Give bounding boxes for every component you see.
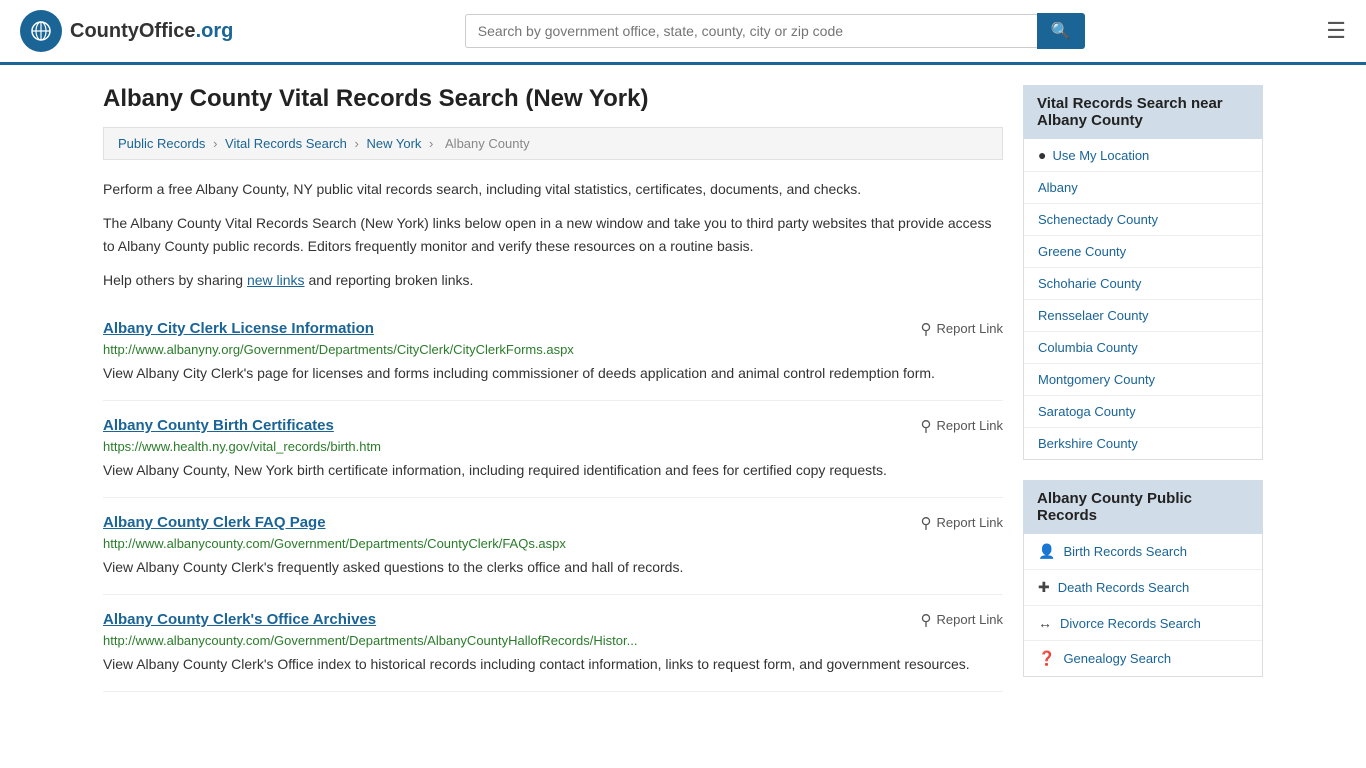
nearby-item-link[interactable]: Greene County bbox=[1038, 244, 1126, 259]
report-link[interactable]: ⚲ Report Link bbox=[921, 320, 1003, 338]
record-item: Albany County Clerk's Office Archives ⚲ … bbox=[103, 595, 1003, 692]
use-location-link[interactable]: Use My Location bbox=[1052, 148, 1149, 163]
public-records-header: Albany County Public Records bbox=[1023, 480, 1263, 534]
record-type-icon: ✚ bbox=[1038, 579, 1050, 596]
record-title[interactable]: Albany City Clerk License Information bbox=[103, 320, 374, 337]
search-button[interactable]: 🔍 bbox=[1037, 13, 1085, 49]
nearby-item-link[interactable]: Montgomery County bbox=[1038, 372, 1155, 387]
site-name: CountyOffice.org bbox=[70, 20, 233, 43]
nearby-item[interactable]: Montgomery County bbox=[1024, 364, 1262, 396]
record-url: http://www.albanycounty.com/Government/D… bbox=[103, 633, 1003, 648]
breadcrumb-new-york[interactable]: New York bbox=[367, 136, 422, 151]
nearby-item-link[interactable]: Berkshire County bbox=[1038, 436, 1138, 451]
location-icon: ● bbox=[1038, 147, 1046, 163]
record-url: http://www.albanyny.org/Government/Depar… bbox=[103, 342, 1003, 357]
record-url: http://www.albanycounty.com/Government/D… bbox=[103, 536, 1003, 551]
record-item: Albany County Birth Certificates ⚲ Repor… bbox=[103, 401, 1003, 498]
record-type-icon: 👤 bbox=[1038, 543, 1055, 560]
breadcrumb-public-records[interactable]: Public Records bbox=[118, 136, 205, 151]
search-input[interactable] bbox=[465, 14, 1037, 48]
logo-icon bbox=[20, 10, 62, 52]
record-item: Albany City Clerk License Information ⚲ … bbox=[103, 304, 1003, 401]
nearby-item-link[interactable]: Saratoga County bbox=[1038, 404, 1136, 419]
nearby-item[interactable]: Greene County bbox=[1024, 236, 1262, 268]
nearby-item[interactable]: Saratoga County bbox=[1024, 396, 1262, 428]
record-description: View Albany County Clerk's frequently as… bbox=[103, 557, 1003, 578]
nearby-item-link[interactable]: Rensselaer County bbox=[1038, 308, 1149, 323]
record-title[interactable]: Albany County Clerk FAQ Page bbox=[103, 514, 326, 531]
records-list: Albany City Clerk License Information ⚲ … bbox=[103, 304, 1003, 692]
search-area: 🔍 bbox=[465, 13, 1085, 49]
public-record-link[interactable]: Divorce Records Search bbox=[1060, 616, 1201, 631]
record-description: View Albany County Clerk's Office index … bbox=[103, 654, 1003, 675]
nearby-item[interactable]: Berkshire County bbox=[1024, 428, 1262, 459]
public-record-item[interactable]: ✚ Death Records Search bbox=[1024, 570, 1262, 606]
page-title: Albany County Vital Records Search (New … bbox=[103, 85, 1003, 113]
report-icon: ⚲ bbox=[921, 611, 932, 629]
breadcrumb-current: Albany County bbox=[445, 136, 530, 151]
nearby-item[interactable]: Schenectady County bbox=[1024, 204, 1262, 236]
report-icon: ⚲ bbox=[921, 417, 932, 435]
nearby-item[interactable]: Columbia County bbox=[1024, 332, 1262, 364]
record-title[interactable]: Albany County Clerk's Office Archives bbox=[103, 611, 376, 628]
nearby-item[interactable]: Rensselaer County bbox=[1024, 300, 1262, 332]
nearby-item-link[interactable]: Schenectady County bbox=[1038, 212, 1158, 227]
description-para1: Perform a free Albany County, NY public … bbox=[103, 178, 1003, 200]
menu-button[interactable]: ☰ bbox=[1326, 18, 1346, 44]
nearby-section: Vital Records Search near Albany County … bbox=[1023, 85, 1263, 460]
public-record-item[interactable]: ❓ Genealogy Search bbox=[1024, 641, 1262, 676]
record-url: https://www.health.ny.gov/vital_records/… bbox=[103, 439, 1003, 454]
logo-area: CountyOffice.org bbox=[20, 10, 233, 52]
record-type-icon: ↔ bbox=[1038, 615, 1052, 631]
site-header: CountyOffice.org 🔍 ☰ bbox=[0, 0, 1366, 65]
public-record-item[interactable]: ↔ Divorce Records Search bbox=[1024, 606, 1262, 641]
record-description: View Albany County, New York birth certi… bbox=[103, 460, 1003, 481]
record-title[interactable]: Albany County Birth Certificates bbox=[103, 417, 334, 434]
public-record-link[interactable]: Genealogy Search bbox=[1063, 651, 1171, 666]
report-link[interactable]: ⚲ Report Link bbox=[921, 417, 1003, 435]
use-my-location[interactable]: ● Use My Location bbox=[1024, 139, 1262, 172]
report-icon: ⚲ bbox=[921, 514, 932, 532]
record-item: Albany County Clerk FAQ Page ⚲ Report Li… bbox=[103, 498, 1003, 595]
nearby-item[interactable]: Schoharie County bbox=[1024, 268, 1262, 300]
nearby-list: ● Use My Location Albany Schenectady Coun… bbox=[1023, 139, 1263, 460]
nearby-item-link[interactable]: Columbia County bbox=[1038, 340, 1138, 355]
description-para2: The Albany County Vital Records Search (… bbox=[103, 212, 1003, 257]
report-link[interactable]: ⚲ Report Link bbox=[921, 611, 1003, 629]
record-description: View Albany City Clerk's page for licens… bbox=[103, 363, 1003, 384]
nearby-header: Vital Records Search near Albany County bbox=[1023, 85, 1263, 139]
breadcrumb: Public Records › Vital Records Search › … bbox=[103, 127, 1003, 160]
new-links-link[interactable]: new links bbox=[247, 272, 305, 288]
nearby-item-link[interactable]: Albany bbox=[1038, 180, 1078, 195]
nearby-item-link[interactable]: Schoharie County bbox=[1038, 276, 1141, 291]
main-container: Albany County Vital Records Search (New … bbox=[83, 65, 1283, 717]
public-record-link[interactable]: Birth Records Search bbox=[1063, 544, 1187, 559]
report-icon: ⚲ bbox=[921, 320, 932, 338]
public-record-link[interactable]: Death Records Search bbox=[1058, 580, 1190, 595]
record-type-icon: ❓ bbox=[1038, 650, 1055, 667]
description-para3: Help others by sharing new links and rep… bbox=[103, 269, 1003, 291]
public-records-section: Albany County Public Records 👤 Birth Reco… bbox=[1023, 480, 1263, 677]
content-area: Albany County Vital Records Search (New … bbox=[103, 85, 1003, 697]
breadcrumb-vital-records[interactable]: Vital Records Search bbox=[225, 136, 347, 151]
public-record-item[interactable]: 👤 Birth Records Search bbox=[1024, 534, 1262, 570]
report-link[interactable]: ⚲ Report Link bbox=[921, 514, 1003, 532]
sidebar: Vital Records Search near Albany County … bbox=[1023, 85, 1263, 697]
nearby-item[interactable]: Albany bbox=[1024, 172, 1262, 204]
public-records-list: 👤 Birth Records Search ✚ Death Records Sear… bbox=[1023, 534, 1263, 677]
